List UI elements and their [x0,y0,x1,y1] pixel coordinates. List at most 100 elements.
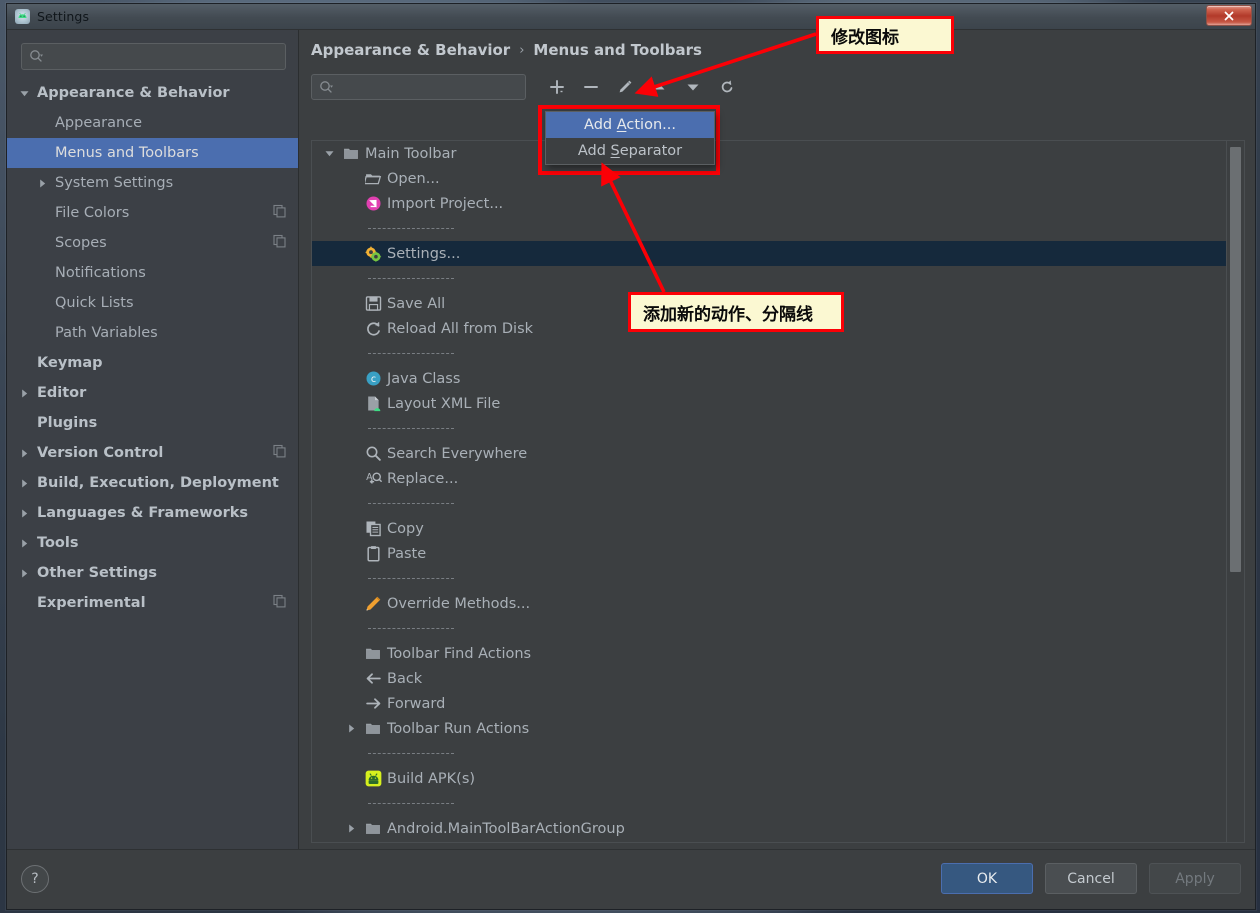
folder-icon [362,820,384,837]
tree-row-label: Toolbar Find Actions [387,645,532,662]
tree-vertical-scrollbar[interactable] [1226,141,1244,842]
chevron-down-icon[interactable] [318,148,340,159]
tree-row-label: Override Methods... [387,595,531,612]
tree-row[interactable]: Build APK(s) [312,766,1226,791]
restore-button[interactable] [710,73,744,101]
tree-row[interactable]: A Replace... [312,466,1226,491]
tree-row[interactable]: Search Everywhere [312,441,1226,466]
arrow-right-icon [362,695,384,712]
tree-row[interactable]: Android.MainToolBarActionGroup [312,816,1226,841]
copy-settings-icon[interactable] [273,444,286,462]
remove-button[interactable] [574,73,608,101]
tree-separator-row[interactable] [312,566,1226,591]
tree-row[interactable]: Toolbar Find Actions [312,641,1226,666]
move-up-button[interactable] [642,73,676,101]
sidebar-item-tools[interactable]: Tools [7,528,298,558]
chevron-right-icon[interactable] [19,538,37,549]
tree-row[interactable]: Override Methods... [312,591,1226,616]
plus-icon [550,80,564,94]
tree-separator-row[interactable] [312,741,1226,766]
sidebar-item-label: Appearance & Behavior [37,85,230,101]
tree-row[interactable]: Copy [312,516,1226,541]
add-button[interactable] [540,73,574,101]
sidebar-item-menus-and-toolbars[interactable]: Menus and Toolbars [7,138,298,168]
separator-dashes [368,228,454,229]
sidebar-item-experimental[interactable]: Experimental [7,588,298,618]
tree-separator-row[interactable] [312,616,1226,641]
sidebar-item-path-variables[interactable]: Path Variables [7,318,298,348]
tree-row-label: Android.MainToolBarActionGroup [387,820,625,837]
tree-row[interactable]: Back [312,666,1226,691]
chevron-right-icon[interactable] [19,388,37,399]
tree-separator-row[interactable] [312,266,1226,291]
apply-button[interactable]: Apply [1149,863,1241,894]
close-button[interactable] [1206,5,1252,26]
sidebar-item-keymap[interactable]: Keymap [7,348,298,378]
sidebar-search-field[interactable] [21,43,286,70]
tree-row[interactable]: Settings... [312,241,1226,266]
chevron-right-icon[interactable] [19,568,37,579]
tree-separator-row[interactable] [312,791,1226,816]
sidebar-item-notifications[interactable]: Notifications [7,258,298,288]
tree-separator-row[interactable] [312,416,1226,441]
tree-row[interactable]: Import Project... [312,191,1226,216]
tree-scrollbar-thumb[interactable] [1230,147,1241,572]
copy-settings-icon[interactable] [273,204,286,222]
sidebar-item-system-settings[interactable]: System Settings [7,168,298,198]
chevron-down-icon[interactable] [19,88,37,99]
tree-row[interactable]: Toolbar Run Actions [312,716,1226,741]
tree-row-label: Settings... [387,245,461,262]
sidebar-item-label: Appearance [55,115,143,131]
chevron-right-icon[interactable] [19,448,37,459]
tree-separator-row[interactable] [312,341,1226,366]
tree-row[interactable]: Open... [312,166,1226,191]
tree-row[interactable]: c Java Class [312,366,1226,391]
menu-item-add-action[interactable]: Add Action... [546,112,714,138]
actions-search-input[interactable] [311,74,526,100]
tree-separator-row[interactable] [312,491,1226,516]
pencil-icon [362,595,384,612]
copy-settings-icon[interactable] [273,234,286,252]
menu-item-add-separator[interactable]: Add Separator [546,138,714,164]
sidebar-item-label: System Settings [55,175,174,191]
chevron-right-icon[interactable] [37,178,55,189]
tree-row[interactable]: Paste [312,541,1226,566]
ok-button[interactable]: OK [941,863,1033,894]
tree-row[interactable]: MainToolBarSettings [312,841,1226,842]
sidebar-item-plugins[interactable]: Plugins [7,408,298,438]
tree-row-label: Open... [387,170,440,187]
tree-separator-row[interactable] [312,216,1226,241]
edit-icon-button[interactable] [608,73,642,101]
sidebar-tree: Appearance & Behavior Appearance Menus and… [7,78,298,618]
sidebar-item-other-settings[interactable]: Other Settings [7,558,298,588]
copy-settings-icon[interactable] [273,594,286,612]
sidebar-item-appearance[interactable]: Appearance [7,108,298,138]
reload-icon [362,320,384,337]
sidebar-item-appearance-behavior[interactable]: Appearance & Behavior [7,78,298,108]
cancel-button[interactable]: Cancel [1045,863,1137,894]
breadcrumb-root[interactable]: Appearance & Behavior [311,41,510,59]
tree-row-label: Search Everywhere [387,445,528,462]
sidebar-item-build-execution-deployment[interactable]: Build, Execution, Deployment [7,468,298,498]
sidebar-item-editor[interactable]: Editor [7,378,298,408]
tree-row[interactable]: Forward [312,691,1226,716]
sidebar-item-label: Build, Execution, Deployment [37,475,279,491]
chevron-right-icon[interactable] [340,723,362,734]
tree-row-label: Save All [387,295,446,312]
tree-row-label: Copy [387,520,424,537]
sidebar-item-label: Version Control [37,445,164,461]
sidebar-item-languages-frameworks[interactable]: Languages & Frameworks [7,498,298,528]
help-button[interactable]: ? [21,864,49,893]
chevron-right-icon[interactable] [340,823,362,834]
chevron-right-icon[interactable] [19,478,37,489]
chevron-right-icon[interactable] [19,508,37,519]
sidebar-item-scopes[interactable]: Scopes [7,228,298,258]
sidebar-item-quick-lists[interactable]: Quick Lists [7,288,298,318]
tree-row[interactable]: Layout XML File [312,391,1226,416]
move-down-button[interactable] [676,73,710,101]
breadcrumb-separator-icon: › [519,42,525,58]
sidebar-item-version-control[interactable]: Version Control [7,438,298,468]
actions-toolbar [299,70,1255,104]
sidebar-item-file-colors[interactable]: File Colors [7,198,298,228]
tree-row[interactable]: Main Toolbar [312,141,1226,166]
